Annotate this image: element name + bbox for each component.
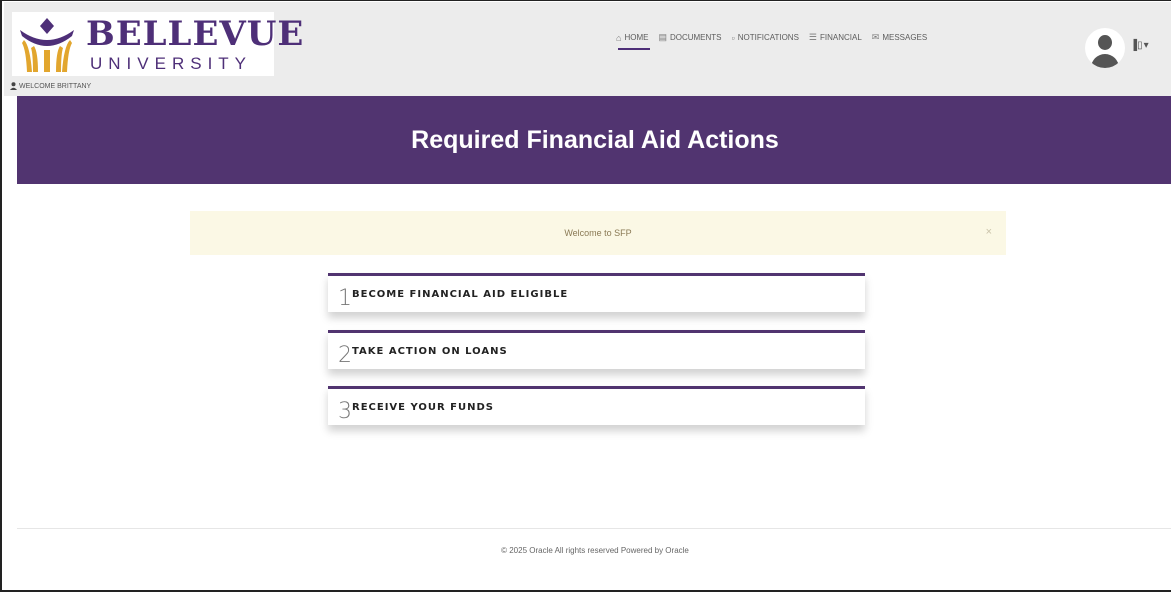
brand-name: BELLEVUE <box>86 14 305 54</box>
close-icon[interactable]: × <box>986 226 992 238</box>
nav-notifications[interactable]: ▫ NOTIFICATIONS <box>732 32 799 53</box>
step-number: 2 <box>338 342 352 368</box>
nav-documents-label: DOCUMENTS <box>669 33 722 42</box>
step-label: BECOME FINANCIAL AID ELIGIBLE <box>352 288 569 300</box>
nav-home[interactable]: ⌂ HOME <box>616 32 651 53</box>
step-label: TAKE ACTION ON LOANS <box>352 345 508 357</box>
nav-financial[interactable]: ☰ FINANCIAL <box>809 32 862 53</box>
top-header: BELLEVUE UNIVERSITY WELCOME BRITTANY ⌂ H… <box>4 2 1171 96</box>
money-icon: ☰ <box>808 32 817 42</box>
footer: © 2025 Oracle All rights reserved Powere… <box>17 546 1171 555</box>
page-banner: Required Financial Aid Actions <box>17 96 1171 184</box>
step-number: 1 <box>338 285 352 311</box>
user-icon <box>10 82 17 90</box>
envelope-icon: ✉ <box>871 32 880 42</box>
home-icon: ⌂ <box>616 32 622 43</box>
app-frame: BELLEVUE UNIVERSITY WELCOME BRITTANY ⌂ H… <box>0 0 1171 592</box>
step-number: 3 <box>338 398 352 424</box>
welcome-alert: Welcome to SFP × <box>190 211 1006 255</box>
step-receive-funds[interactable]: 3 RECEIVE YOUR FUNDS <box>328 386 865 425</box>
nav-financial-label: FINANCIAL <box>819 33 862 42</box>
user-menu-toggle[interactable]: ▐▯ ▾ <box>1130 40 1149 51</box>
welcome-text: WELCOME BRITTANY <box>19 82 92 90</box>
brand-subtitle: UNIVERSITY <box>90 54 253 73</box>
shield-logo-icon <box>20 18 74 72</box>
step-take-action-loans[interactable]: 2 TAKE ACTION ON LOANS <box>328 330 865 369</box>
footer-text: © 2025 Oracle All rights reserved Powere… <box>501 546 689 555</box>
avatar[interactable] <box>1085 28 1125 68</box>
alert-text: Welcome to SFP <box>564 228 632 238</box>
caret-down-icon: ▾ <box>1143 40 1149 51</box>
welcome-message: WELCOME BRITTANY <box>10 82 91 90</box>
page-title: Required Financial Aid Actions <box>411 125 779 154</box>
user-menu-label: ▐▯ <box>1130 40 1143 51</box>
footer-divider <box>17 528 1171 529</box>
nav-messages-label: MESSAGES <box>882 33 928 42</box>
bell-icon: ▫ <box>731 32 735 43</box>
step-label: RECEIVE YOUR FUNDS <box>352 401 494 413</box>
avatar-body <box>1091 54 1119 68</box>
nav-messages[interactable]: ✉ MESSAGES <box>872 32 927 53</box>
nav-home-label: HOME <box>624 33 649 42</box>
avatar-head <box>1098 35 1112 50</box>
nav-notifications-label: NOTIFICATIONS <box>737 33 799 42</box>
step-become-eligible[interactable]: 1 BECOME FINANCIAL AID ELIGIBLE <box>328 273 865 312</box>
nav-documents[interactable]: ▤ DOCUMENTS <box>658 32 721 53</box>
document-icon: ▤ <box>658 32 667 42</box>
main-nav: ⌂ HOME ▤ DOCUMENTS ▫ NOTIFICATIONS ☰ FIN… <box>616 32 927 53</box>
university-logo[interactable]: BELLEVUE UNIVERSITY <box>12 12 303 76</box>
